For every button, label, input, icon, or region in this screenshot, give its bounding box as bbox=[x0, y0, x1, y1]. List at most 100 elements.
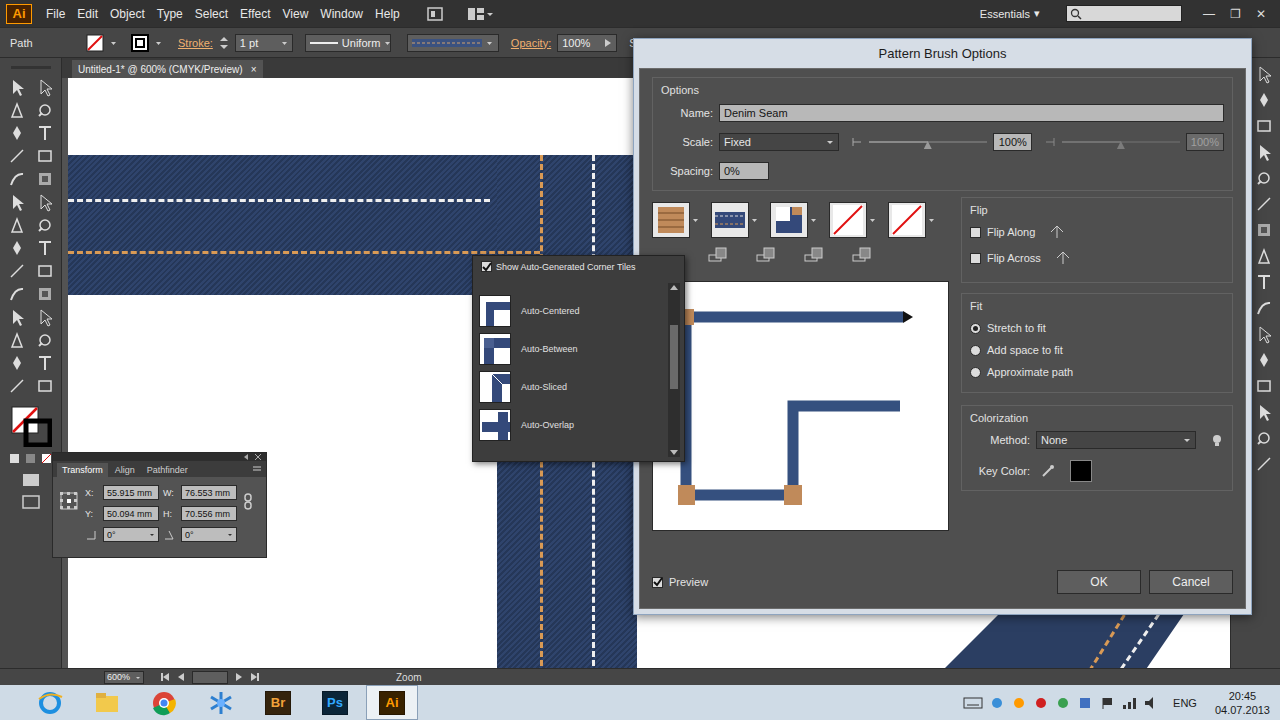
chrome-icon[interactable] bbox=[150, 689, 178, 717]
dropdown-arrow-icon[interactable] bbox=[155, 40, 162, 46]
tool-icon[interactable] bbox=[35, 169, 55, 189]
panel-icon[interactable] bbox=[1254, 324, 1274, 344]
panel-icon[interactable] bbox=[1254, 454, 1274, 474]
scale-mode-dropdown[interactable]: Fixed bbox=[719, 133, 839, 151]
tool-icon[interactable] bbox=[7, 100, 27, 120]
rotate-field[interactable]: 0° bbox=[103, 527, 159, 542]
language-indicator[interactable]: ENG bbox=[1173, 697, 1197, 709]
transform-field[interactable]: 76.553 mm bbox=[181, 485, 237, 500]
tool-icon[interactable] bbox=[7, 238, 27, 258]
flip-icon[interactable] bbox=[1049, 224, 1065, 240]
menu-item[interactable]: Effect bbox=[234, 5, 276, 23]
ok-button[interactable]: OK bbox=[1057, 570, 1141, 594]
checkbox[interactable] bbox=[970, 253, 981, 264]
next-artboard-icon[interactable] bbox=[234, 672, 244, 682]
tool-icon[interactable] bbox=[35, 238, 55, 258]
tool-icon[interactable] bbox=[35, 330, 55, 350]
corner-option[interactable]: Auto-Overlap bbox=[479, 407, 664, 443]
tool-icon[interactable] bbox=[35, 284, 55, 304]
dropdown-arrow-icon[interactable] bbox=[692, 217, 699, 223]
dropdown-arrow-icon[interactable] bbox=[1183, 437, 1191, 443]
fit-option[interactable]: Approximate path bbox=[970, 362, 1224, 382]
tool-icon[interactable] bbox=[35, 307, 55, 327]
menu-item[interactable]: Window bbox=[314, 5, 369, 23]
tool-icon[interactable] bbox=[35, 261, 55, 281]
tool-icon[interactable] bbox=[7, 123, 27, 143]
menu-item[interactable]: Select bbox=[189, 5, 234, 23]
keyboard-icon[interactable] bbox=[963, 694, 983, 712]
tile-button[interactable] bbox=[888, 202, 926, 238]
dropdown-arrow-icon[interactable] bbox=[486, 11, 494, 17]
file-explorer-icon[interactable] bbox=[93, 689, 121, 717]
panel-icon[interactable] bbox=[1254, 220, 1274, 240]
window-control[interactable]: ✕ bbox=[1248, 7, 1274, 21]
scroll-down-icon[interactable] bbox=[668, 448, 680, 457]
radio-button[interactable] bbox=[970, 345, 981, 356]
name-field[interactable]: Denim Seam bbox=[719, 104, 1224, 122]
tool-icon[interactable] bbox=[35, 100, 55, 120]
constrain-link-icon[interactable] bbox=[243, 493, 253, 510]
corner-option[interactable]: Auto-Centered bbox=[479, 293, 664, 329]
opacity-field[interactable]: 100% bbox=[557, 34, 617, 52]
panel-icon[interactable] bbox=[1254, 116, 1274, 136]
brush-dropdown[interactable] bbox=[407, 34, 499, 52]
tool-icon[interactable] bbox=[35, 192, 55, 212]
method-dropdown[interactable]: None bbox=[1036, 431, 1196, 449]
key-color-swatch[interactable] bbox=[1070, 460, 1092, 482]
document-tab[interactable]: Untitled-1* @ 600% (CMYK/Preview)× bbox=[72, 60, 263, 78]
panel-tab[interactable]: Transform bbox=[57, 463, 108, 477]
scroll-up-icon[interactable] bbox=[668, 283, 680, 292]
profile-dropdown[interactable]: Uniform bbox=[305, 34, 391, 52]
menu-item[interactable]: Type bbox=[151, 5, 189, 23]
tool-icon[interactable] bbox=[7, 353, 27, 373]
panel-icon[interactable] bbox=[1254, 350, 1274, 370]
tile-position-icon[interactable] bbox=[756, 247, 776, 267]
dropdown-arrow-icon[interactable] bbox=[751, 217, 758, 223]
tips-icon[interactable] bbox=[1210, 433, 1224, 447]
tile-position-icon[interactable] bbox=[804, 247, 824, 267]
panel-icon[interactable] bbox=[1254, 298, 1274, 318]
fit-option[interactable]: Stretch to fit bbox=[970, 318, 1224, 338]
tray-shield-icon[interactable] bbox=[1077, 695, 1093, 711]
first-artboard-icon[interactable] bbox=[160, 672, 170, 682]
panel-icon[interactable] bbox=[1254, 428, 1274, 448]
arrow-right-icon[interactable] bbox=[604, 38, 612, 48]
arrange-documents-icon[interactable] bbox=[466, 5, 486, 23]
volume-icon[interactable] bbox=[1143, 695, 1159, 711]
panel-icon[interactable] bbox=[1254, 194, 1274, 214]
checkbox[interactable] bbox=[652, 577, 663, 588]
transform-field[interactable]: 55.915 mm bbox=[103, 485, 159, 500]
none-mode-icon[interactable] bbox=[41, 453, 52, 464]
dropdown-arrow-icon[interactable] bbox=[810, 217, 817, 223]
transform-field[interactable]: 50.094 mm bbox=[103, 506, 159, 521]
taskbar-app[interactable]: Ai bbox=[366, 685, 418, 720]
panel-icon[interactable] bbox=[1254, 246, 1274, 266]
corner-option[interactable]: Auto-Sliced bbox=[479, 369, 664, 405]
menu-item[interactable]: View bbox=[277, 5, 315, 23]
slider-min-icon[interactable] bbox=[851, 136, 863, 148]
dropdown-arrow-icon[interactable] bbox=[281, 40, 288, 46]
dropdown-arrow-icon[interactable] bbox=[227, 532, 233, 537]
panel-tab[interactable]: Pathfinder bbox=[142, 463, 193, 477]
spacing-field[interactable]: 0% bbox=[719, 162, 769, 180]
tool-icon[interactable] bbox=[35, 353, 55, 373]
spinner-icon[interactable] bbox=[219, 36, 229, 50]
window-control[interactable]: ❐ bbox=[1222, 7, 1248, 21]
close-tab-button[interactable]: × bbox=[251, 64, 257, 75]
corner-option[interactable]: Auto-Between bbox=[479, 331, 664, 367]
search-icon[interactable] bbox=[1070, 8, 1082, 20]
search-field[interactable] bbox=[1066, 5, 1182, 22]
tray-red-icon[interactable] bbox=[1033, 695, 1049, 711]
panel-menu-icon[interactable] bbox=[252, 464, 262, 474]
close-panel-icon[interactable] bbox=[254, 453, 262, 461]
flag-icon[interactable] bbox=[1099, 695, 1115, 711]
tile-position-icon[interactable] bbox=[852, 247, 872, 267]
panel-tab[interactable]: Align bbox=[110, 463, 140, 477]
window-control[interactable]: — bbox=[1196, 7, 1222, 21]
flip-option[interactable]: Flip Across bbox=[970, 248, 1224, 268]
tool-icon[interactable] bbox=[35, 215, 55, 235]
tray-chrome-icon[interactable] bbox=[1055, 695, 1071, 711]
preview-option[interactable]: Preview bbox=[652, 572, 708, 592]
checkbox[interactable] bbox=[970, 227, 981, 238]
tool-icon[interactable] bbox=[35, 146, 55, 166]
